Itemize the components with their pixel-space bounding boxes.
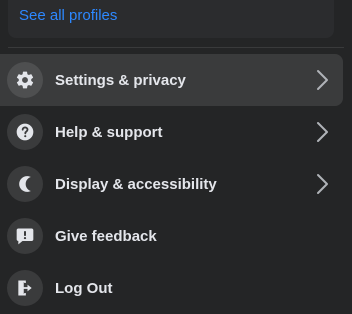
divider (8, 47, 344, 48)
menu-item-help-support[interactable]: Help & support (0, 106, 343, 158)
see-all-profiles-link[interactable]: See all profiles (19, 7, 117, 24)
moon-icon (19, 176, 31, 192)
menu-item-label: Give feedback (55, 227, 157, 245)
question-icon-container (7, 114, 43, 150)
menu-item-display-accessibility[interactable]: Display & accessibility (0, 158, 343, 210)
menu-item-label: Help & support (55, 123, 163, 141)
gear-icon-container (7, 62, 43, 98)
moon-icon-container (7, 166, 43, 202)
feedback-icon (16, 228, 34, 245)
gear-icon (16, 71, 34, 89)
chevron-right-icon (317, 122, 328, 142)
menu-item-label: Display & accessibility (55, 175, 217, 193)
chevron-right-icon (317, 174, 328, 194)
menu-item-log-out[interactable]: Log Out (0, 262, 343, 314)
menu-item-label: Log Out (55, 279, 113, 297)
menu-item-settings-privacy[interactable]: Settings & privacy (0, 54, 343, 106)
question-icon (16, 123, 34, 141)
logout-icon (18, 280, 32, 296)
feedback-icon-container (7, 218, 43, 254)
chevron-right-icon (317, 70, 328, 90)
menu-item-give-feedback[interactable]: Give feedback (0, 210, 343, 262)
menu-item-label: Settings & privacy (55, 71, 186, 89)
logout-icon-container (7, 270, 43, 306)
